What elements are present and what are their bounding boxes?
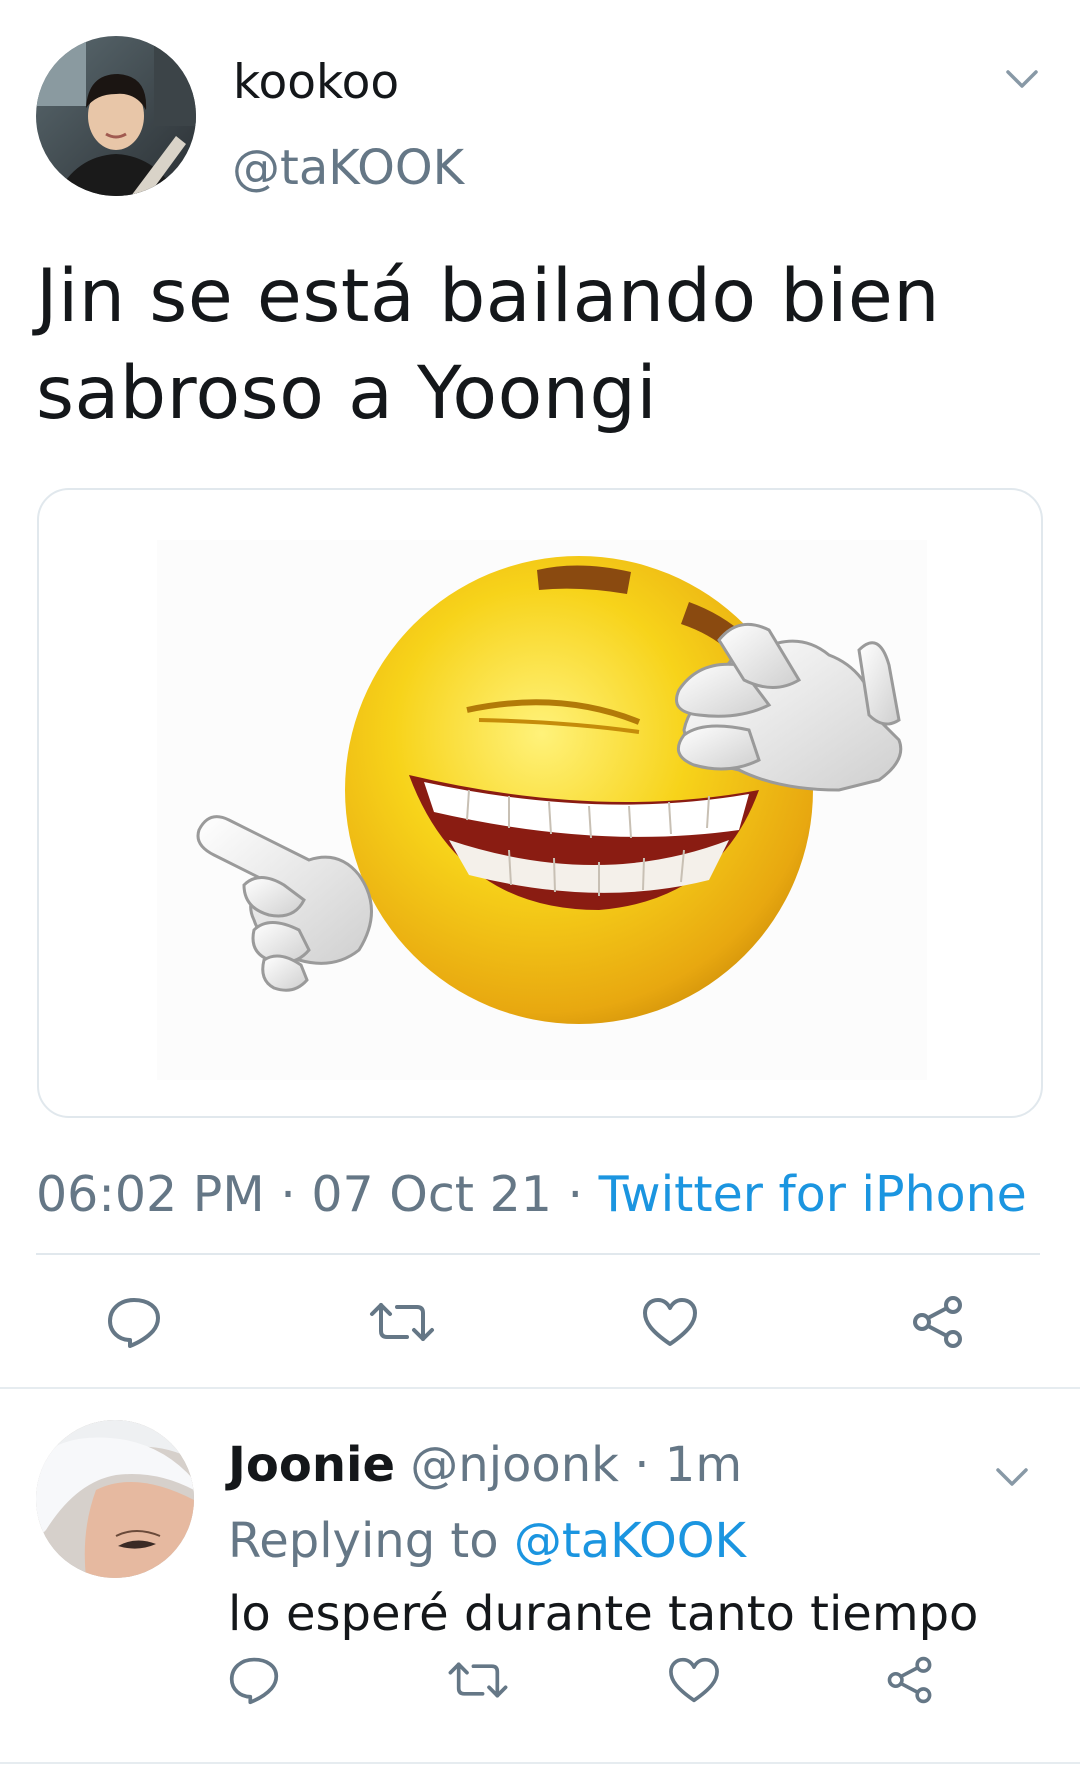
reply-icon — [108, 1298, 160, 1348]
tweet-text: Jin se está bailando bien sabroso a Yoon… — [36, 254, 941, 436]
main-author-handle[interactable]: @taKOOK — [232, 140, 464, 196]
retweet-button[interactable] — [368, 1292, 436, 1352]
reply-header: Joonie @njoonk · 1m — [228, 1437, 742, 1493]
retweet-icon — [448, 1662, 508, 1698]
meta-separator: · — [567, 1166, 584, 1223]
reply-author-avatar[interactable] — [36, 1420, 194, 1578]
tweet-source-link[interactable]: Twitter for iPhone — [599, 1166, 1027, 1223]
replying-to-line: Replying to @taKOOK — [228, 1513, 746, 1569]
reply-like-button[interactable] — [664, 1652, 724, 1708]
like-icon — [643, 1298, 697, 1346]
replying-to-label: Replying to — [228, 1513, 499, 1569]
meta-separator: · — [280, 1166, 296, 1223]
reply-author-handle[interactable]: @njoonk — [410, 1437, 619, 1493]
reply-reply-button[interactable] — [224, 1652, 284, 1708]
reply-retweet-button[interactable] — [446, 1652, 510, 1708]
tweet-options-chevron-icon[interactable] — [1004, 66, 1040, 94]
main-author-avatar[interactable] — [36, 36, 196, 196]
reply-separator: · — [634, 1437, 650, 1493]
reply-age: 1m — [664, 1437, 743, 1493]
reply-author-name[interactable]: Joonie — [228, 1437, 395, 1493]
reply-icon — [229, 1657, 279, 1705]
tweet-time: 06:02 PM — [36, 1166, 265, 1223]
laughing-emoji-icon — [157, 540, 927, 1080]
reply-divider — [0, 1762, 1080, 1764]
share-button[interactable] — [904, 1292, 972, 1352]
reply-button[interactable] — [100, 1292, 168, 1352]
reply-text: lo esperé durante tanto tiempo — [228, 1586, 979, 1642]
reply-options-chevron-icon[interactable] — [994, 1464, 1030, 1492]
tweet-media[interactable] — [37, 488, 1043, 1118]
replying-to-mention[interactable]: @taKOOK — [514, 1513, 746, 1569]
share-icon — [887, 1656, 932, 1704]
reply-share-button[interactable] — [880, 1652, 940, 1708]
main-author-name[interactable]: kookoo — [233, 55, 399, 110]
retweet-icon — [370, 1303, 434, 1341]
tweet-meta: 06:02 PM · 07 Oct 21 · Twitter for iPhon… — [36, 1166, 1027, 1223]
share-icon — [913, 1296, 962, 1348]
like-button[interactable] — [636, 1292, 704, 1352]
tweet-date: 07 Oct 21 — [311, 1166, 552, 1223]
like-icon — [669, 1657, 719, 1703]
tweet-divider — [0, 1387, 1080, 1389]
meta-divider — [36, 1253, 1040, 1255]
